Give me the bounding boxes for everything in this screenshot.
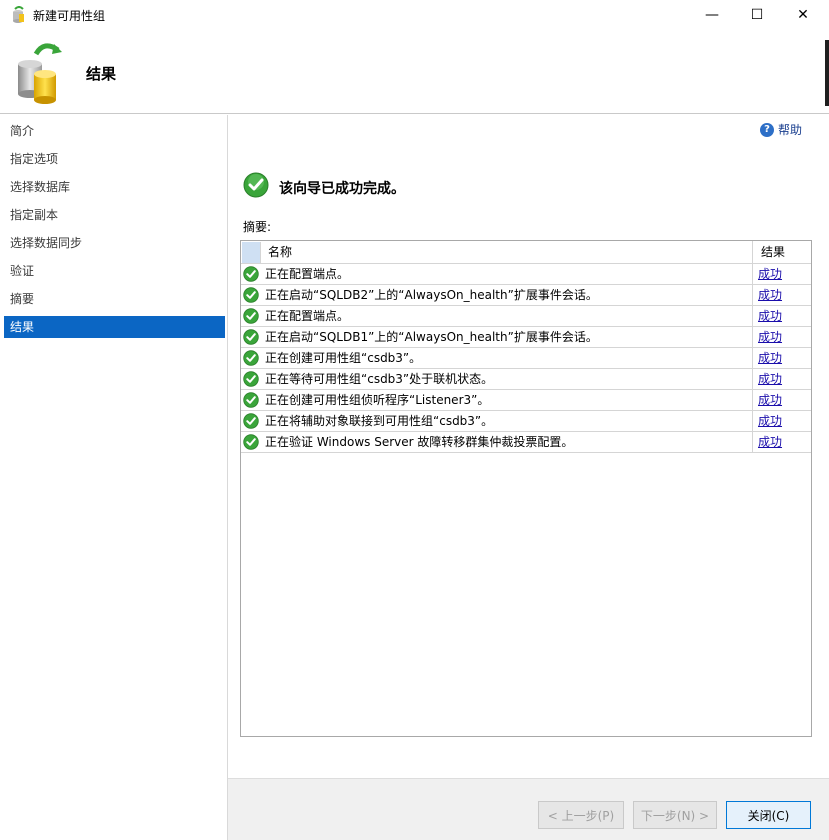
row-message: 正在将辅助对象联接到可用性组“csdb3”。 [261,411,753,431]
row-result-link[interactable]: 成功 [753,411,811,431]
table-row[interactable]: 正在启动“SQLDB2”上的“AlwaysOn_health”扩展事件会话。 成功 [241,285,811,306]
nav-item-specify-options[interactable]: 指定选项 [4,148,225,170]
title-bar: 新建可用性组 — ☐ ✕ [0,0,829,30]
summary-label: 摘要: [243,220,272,234]
window-title: 新建可用性组 [33,9,106,23]
nav-item-intro[interactable]: 简介 [4,120,225,142]
success-check-icon [243,308,259,324]
background-window-edge [825,40,829,106]
table-row[interactable]: 正在配置端点。 成功 [241,264,811,285]
column-header-result[interactable]: 结果 [753,241,811,264]
success-check-icon [243,371,259,387]
success-check-icon [243,172,269,198]
row-message: 正在配置端点。 [261,306,753,326]
table-row[interactable]: 正在等待可用性组“csdb3”处于联机状态。 成功 [241,369,811,390]
help-label: 帮助 [778,123,803,137]
availability-group-database-icon [18,43,62,104]
success-check-icon [243,287,259,303]
maximize-button[interactable]: ☐ [734,0,780,30]
close-icon: ✕ [797,7,809,23]
table-row[interactable]: 正在创建可用性组侦听程序“Listener3”。 成功 [241,390,811,411]
row-result-link[interactable]: 成功 [753,264,811,284]
nav-item-select-databases[interactable]: 选择数据库 [4,176,225,198]
row-message: 正在等待可用性组“csdb3”处于联机状态。 [261,369,753,389]
success-check-icon [243,329,259,345]
close-button[interactable]: 关闭(C) [726,801,811,829]
minimize-button[interactable]: — [689,0,735,30]
table-row[interactable]: 正在验证 Windows Server 故障转移群集仲裁投票配置。 成功 [241,432,811,453]
table-row[interactable]: 正在创建可用性组“csdb3”。 成功 [241,348,811,369]
row-result-link[interactable]: 成功 [753,369,811,389]
row-result-link[interactable]: 成功 [753,327,811,347]
success-message: 该向导已成功完成。 [279,181,405,197]
row-message: 正在创建可用性组侦听程序“Listener3”。 [261,390,753,410]
table-row[interactable]: 正在配置端点。 成功 [241,306,811,327]
row-message: 正在启动“SQLDB2”上的“AlwaysOn_health”扩展事件会话。 [261,285,753,305]
success-check-icon [243,434,259,450]
app-database-icon [13,6,24,23]
row-message: 正在启动“SQLDB1”上的“AlwaysOn_health”扩展事件会话。 [261,327,753,347]
row-result-link[interactable]: 成功 [753,285,811,305]
minimize-icon: — [705,7,719,23]
help-link[interactable]: ? 帮助 [760,121,802,138]
table-row[interactable]: 正在启动“SQLDB1”上的“AlwaysOn_health”扩展事件会话。 成功 [241,327,811,348]
row-result-link[interactable]: 成功 [753,306,811,326]
table-header: 名称 结果 [241,241,811,264]
results-pane: ? 帮助 该向导已成功完成。 摘要: 名称 结果 正在配置端点。 成功 正在启动“S… [228,115,829,778]
maximize-icon: ☐ [750,7,764,23]
close-window-button[interactable]: ✕ [780,0,826,30]
nav-item-results[interactable]: 结果 [4,316,225,338]
row-message: 正在创建可用性组“csdb3”。 [261,348,753,368]
row-result-link[interactable]: 成功 [753,432,811,452]
page-title: 结果 [86,65,117,83]
success-check-icon [243,266,259,282]
wizard-nav: 简介 指定选项 选择数据库 指定副本 选择数据同步 验证 摘要 结果 [0,115,228,840]
row-message: 正在配置端点。 [261,264,753,284]
wizard-footer: < 上一步(P) 下一步(N) > 关闭(C) [228,778,829,840]
header-corner [242,242,261,263]
success-check-icon [243,413,259,429]
next-button[interactable]: 下一步(N) > [633,801,717,829]
nav-item-specify-replicas[interactable]: 指定副本 [4,204,225,226]
row-result-link[interactable]: 成功 [753,390,811,410]
help-icon: ? [760,122,774,137]
nav-item-summary[interactable]: 摘要 [4,288,225,310]
row-message: 正在验证 Windows Server 故障转移群集仲裁投票配置。 [261,432,753,452]
wizard-header: 结果 [0,30,829,114]
nav-item-data-sync[interactable]: 选择数据同步 [4,232,225,254]
nav-item-validation[interactable]: 验证 [4,260,225,282]
column-header-name[interactable]: 名称 [261,241,753,264]
table-row[interactable]: 正在将辅助对象联接到可用性组“csdb3”。 成功 [241,411,811,432]
previous-button[interactable]: < 上一步(P) [538,801,624,829]
results-table: 名称 结果 正在配置端点。 成功 正在启动“SQLDB2”上的“AlwaysOn_h… [240,240,812,737]
row-result-link[interactable]: 成功 [753,348,811,368]
success-check-icon [243,392,259,408]
success-check-icon [243,350,259,366]
